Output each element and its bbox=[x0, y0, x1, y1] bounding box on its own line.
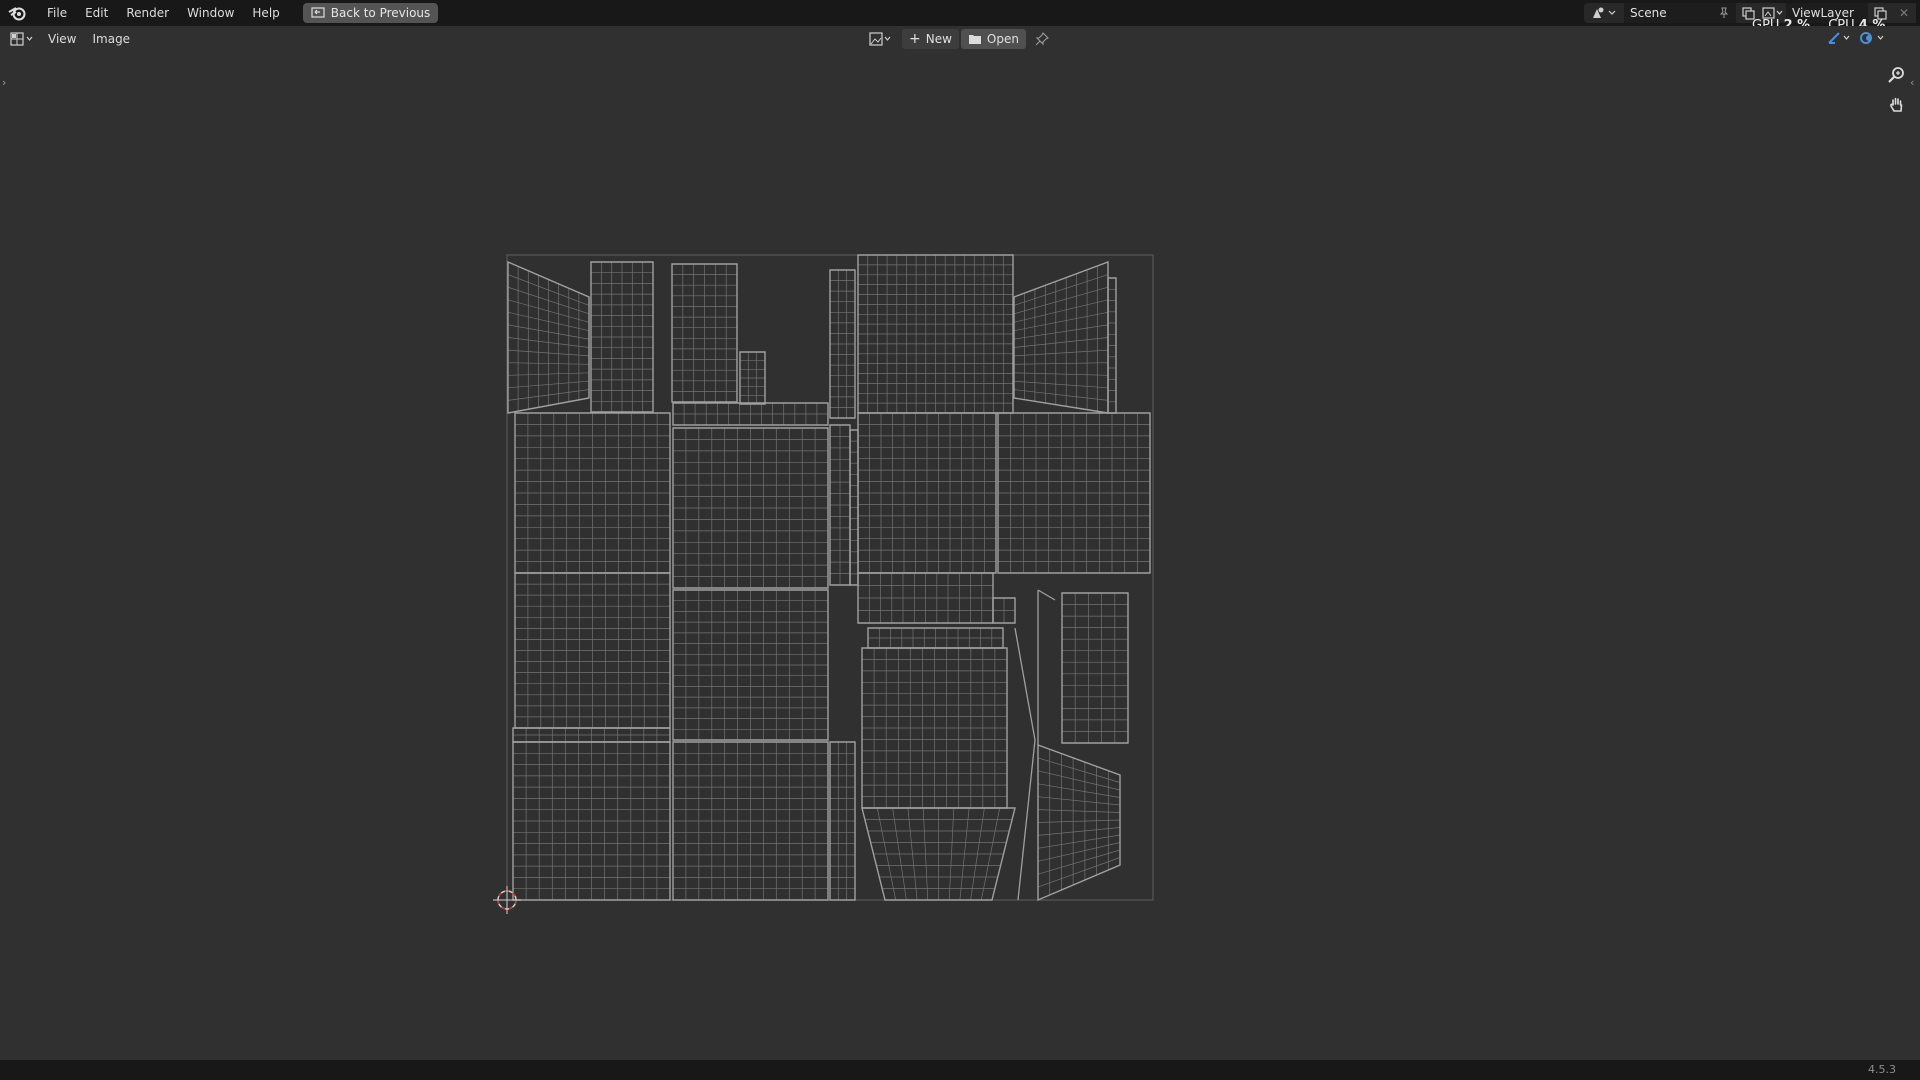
screen-back-icon bbox=[311, 7, 325, 18]
new-image-button[interactable]: + New bbox=[902, 29, 959, 49]
close-icon: ✕ bbox=[1898, 6, 1910, 20]
uv-island bbox=[992, 597, 1016, 624]
uv-island bbox=[1014, 589, 1056, 901]
scene-name-field[interactable]: Scene bbox=[1624, 3, 1736, 23]
hand-pan-icon[interactable] bbox=[1884, 92, 1910, 118]
new-image-label: New bbox=[925, 32, 952, 46]
pin-image-button[interactable] bbox=[1028, 29, 1056, 49]
uv-island bbox=[829, 741, 856, 901]
image-tools: + New Open bbox=[862, 29, 1056, 49]
uv-islands bbox=[507, 254, 1151, 902]
uv-island bbox=[829, 424, 851, 586]
uv-island bbox=[857, 572, 994, 624]
back-to-previous-button[interactable]: Back to Previous bbox=[302, 3, 439, 23]
uv-island bbox=[672, 402, 829, 426]
uv-island bbox=[512, 741, 671, 901]
menu-file[interactable]: File bbox=[38, 2, 76, 24]
pin-icon[interactable] bbox=[1718, 7, 1730, 19]
uv-island bbox=[1037, 743, 1121, 902]
uv-island bbox=[829, 269, 856, 419]
plus-icon: + bbox=[909, 31, 921, 47]
scene-name: Scene bbox=[1630, 6, 1667, 20]
uv-island bbox=[514, 412, 671, 574]
uv-island bbox=[1107, 277, 1117, 414]
menu-view[interactable]: View bbox=[40, 32, 84, 46]
menu-edit[interactable]: Edit bbox=[76, 2, 117, 24]
overlay-toggle-button[interactable] bbox=[1858, 28, 1888, 48]
folder-icon bbox=[968, 35, 981, 44]
editor-type-button[interactable] bbox=[10, 29, 40, 49]
2d-cursor-icon[interactable] bbox=[493, 886, 521, 914]
scene-icon bbox=[1593, 7, 1616, 18]
uv-island bbox=[1061, 592, 1129, 744]
uv-island bbox=[512, 727, 671, 743]
menu-help[interactable]: Help bbox=[243, 2, 288, 24]
gizmo-toggle-button[interactable] bbox=[1826, 28, 1852, 48]
zoom-icon[interactable] bbox=[1884, 62, 1910, 88]
uv-island bbox=[849, 429, 859, 586]
menu-window[interactable]: Window bbox=[178, 2, 243, 24]
overlay-icon bbox=[1860, 32, 1884, 44]
scene-browse-button[interactable] bbox=[1584, 3, 1624, 23]
open-image-label: Open bbox=[986, 32, 1019, 46]
uv-island bbox=[590, 261, 654, 413]
uv-island bbox=[514, 572, 671, 729]
uv-island bbox=[671, 263, 738, 403]
uv-island bbox=[861, 647, 1008, 809]
menu-render[interactable]: Render bbox=[117, 2, 178, 24]
sidebar-expand-arrow[interactable]: ‹ bbox=[1910, 76, 1914, 89]
pin-icon bbox=[1035, 32, 1049, 46]
uv-bounds bbox=[506, 254, 1154, 901]
menu-image[interactable]: Image bbox=[84, 32, 138, 46]
overlay-toggles bbox=[1826, 28, 1888, 48]
uv-viewport[interactable] bbox=[0, 0, 1920, 1080]
uv-island bbox=[672, 589, 829, 741]
toolbar-expand-arrow[interactable]: › bbox=[2, 76, 6, 89]
image-icon bbox=[869, 32, 891, 46]
version-label: 4.5.3 bbox=[1868, 1063, 1896, 1076]
uv-island bbox=[867, 627, 1004, 649]
uv-island bbox=[997, 412, 1151, 574]
status-bar: 4.5.3 bbox=[0, 1060, 1920, 1080]
delete-view-layer-button[interactable]: ✕ bbox=[1892, 3, 1916, 23]
uv-island bbox=[861, 807, 1016, 901]
uv-island bbox=[672, 427, 829, 589]
uv-island bbox=[739, 351, 766, 405]
uv-island bbox=[857, 254, 1014, 414]
gizmo-icon bbox=[1828, 32, 1850, 44]
uv-island bbox=[857, 412, 997, 574]
uv-island bbox=[672, 741, 829, 901]
blender-logo-icon[interactable] bbox=[6, 3, 28, 23]
back-to-previous-label: Back to Previous bbox=[330, 6, 431, 20]
image-browse-button[interactable] bbox=[862, 29, 900, 49]
uv-island bbox=[507, 260, 590, 414]
uv-island bbox=[1013, 260, 1109, 414]
uv-editor-icon bbox=[10, 32, 33, 46]
open-image-button[interactable]: Open bbox=[960, 29, 1026, 49]
